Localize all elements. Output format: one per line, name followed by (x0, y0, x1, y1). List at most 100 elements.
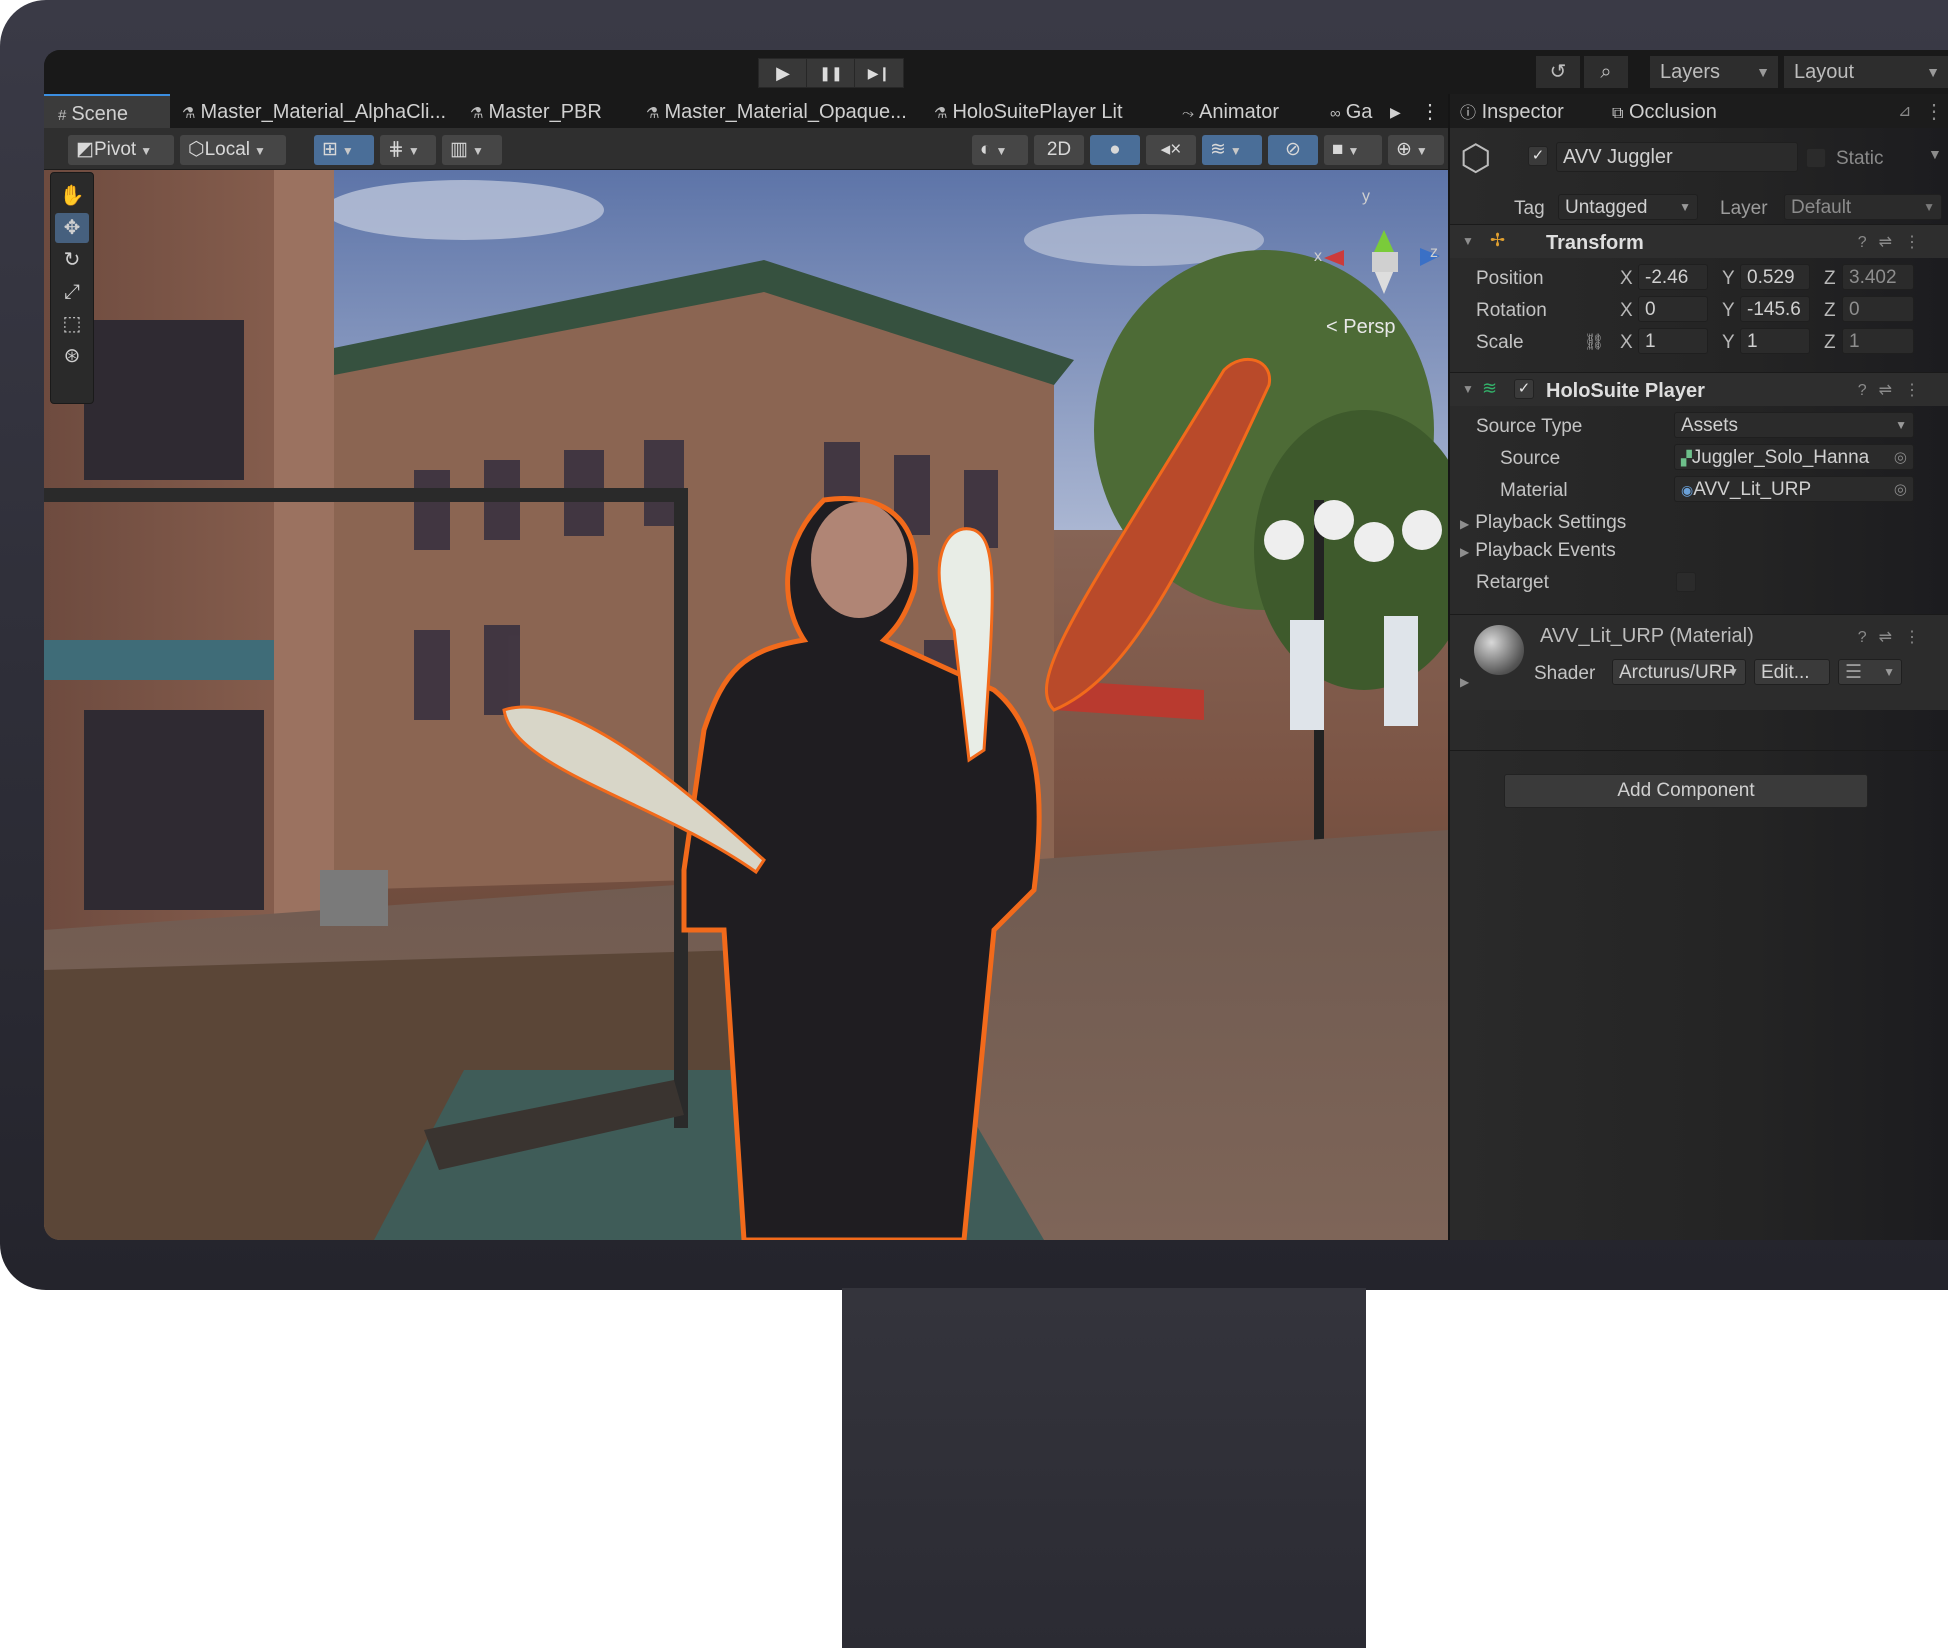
scale-label: Scale (1476, 332, 1524, 353)
axis-x-label: X (1620, 268, 1633, 289)
history-icon[interactable]: ↺ (1536, 56, 1580, 88)
transform-header[interactable]: ▼ ✢ Transform ?⇌⋮ (1450, 224, 1948, 258)
rotation-x-field[interactable]: 0 (1638, 296, 1708, 322)
tag-dropdown[interactable]: Untagged ▼ (1558, 194, 1698, 220)
hand-tool-icon[interactable]: ✋ (55, 181, 89, 211)
source-type-dropdown[interactable]: Assets ▼ (1674, 412, 1914, 438)
scale-y-field[interactable]: 1 (1740, 328, 1810, 354)
tool-palette: ✋ ✥ ↻ ⤢ ⬚ ⊛ (50, 172, 94, 404)
source-object-field[interactable]: ▞Juggler_Solo_Hanna ◎ (1674, 444, 1914, 470)
more-options-icon[interactable]: ⋮ (1420, 94, 1440, 128)
effects-dropdown[interactable]: ≋ ▼ (1202, 135, 1262, 165)
chevron-down-icon: ▼ (1229, 144, 1242, 158)
material-icon: ◉ (1681, 482, 1694, 498)
constrain-proportions-icon[interactable]: ⛓ (1584, 332, 1604, 352)
position-y-field[interactable]: 0.529 (1740, 264, 1810, 290)
search-icon[interactable]: ⌕ (1584, 56, 1628, 88)
source-type-label: Source Type (1476, 416, 1583, 437)
holosuite-icon: ≋ (1482, 378, 1498, 398)
active-checkbox[interactable]: ✓ (1528, 146, 1548, 166)
2d-toggle[interactable]: 2D (1034, 135, 1084, 165)
tab-occlusion[interactable]: ⧉ Occlusion (1612, 94, 1717, 128)
move-tool-icon[interactable]: ✥ (55, 213, 89, 243)
axis-z-label: Z (1824, 268, 1836, 289)
chevron-down-icon: ▼ (1895, 418, 1907, 432)
tab-animator[interactable]: ⤳ Animator (1182, 94, 1279, 128)
chevron-down-icon: ▼ (1415, 144, 1428, 158)
transform-icon: ✢ (1490, 230, 1506, 250)
lighting-toggle[interactable]: ● (1090, 135, 1140, 165)
globe-icon: ⊕ (1396, 139, 1412, 160)
scene-viewport[interactable]: ✋ ✥ ↻ ⤢ ⬚ ⊛ y x z < Persp (44, 170, 1448, 1240)
camera-icon: ■ (1332, 139, 1344, 160)
info-icon: ⓘ (1460, 105, 1477, 122)
tab-master-pbr[interactable]: ⚗ Master_PBR (470, 94, 602, 128)
shader-dropdown[interactable]: Arcturus/URP ▼ (1612, 659, 1746, 685)
edit-shader-button[interactable]: Edit... (1754, 659, 1830, 685)
scene-tab-bar: # Scene ⚗ Master_Material_AlphaCli... ⚗ Mas… (44, 94, 1448, 128)
material-object-field[interactable]: ◉AVV_Lit_URP ◎ (1674, 476, 1914, 502)
layers-label: Layers (1660, 61, 1721, 83)
tab-scene[interactable]: # Scene (44, 94, 170, 128)
layout-dropdown[interactable]: Layout ▼ (1784, 56, 1948, 88)
step-button[interactable]: ▶❙ (854, 58, 904, 88)
object-picker-icon[interactable]: ◎ (1894, 477, 1907, 501)
rotate-tool-icon[interactable]: ↻ (55, 245, 89, 275)
play-button[interactable]: ▶ (758, 58, 808, 88)
layer-dropdown[interactable]: Default ▼ (1784, 194, 1942, 220)
audio-toggle[interactable]: ◂× (1146, 135, 1196, 165)
rect-tool-icon[interactable]: ⬚ (55, 309, 89, 339)
top-toolbar: ▶ ❚❚ ▶❙ ↺ ⌕ Layers ▼ Layout ▼ (44, 50, 1948, 94)
scale-x-field[interactable]: 1 (1638, 328, 1708, 354)
scene-visibility-toggle[interactable]: ⊘ (1268, 135, 1318, 165)
snap-icon: ⋕ (388, 139, 404, 160)
scale-tool-icon[interactable]: ⤢ (55, 277, 89, 307)
camera-dropdown[interactable]: ■ ▼ (1324, 135, 1382, 165)
foldout-closed-icon[interactable]: ▶ (1460, 675, 1469, 689)
pivot-dropdown[interactable]: ◩Pivot ▼ (68, 135, 174, 165)
holosuite-player-header[interactable]: ▼ ≋ ✓ HoloSuite Player ?⇌⋮ (1450, 372, 1948, 406)
perspective-toggle[interactable]: < Persp (1326, 316, 1395, 339)
tab-master-material-opaque[interactable]: ⚗ Master_Material_Opaque... (646, 94, 907, 128)
tab-game[interactable]: ∞ Ga (1330, 94, 1372, 128)
pause-button[interactable]: ❚❚ (806, 58, 856, 88)
tab-scroll-right-icon[interactable]: ▶ (1390, 94, 1401, 128)
pivot-icon: ◩ (76, 139, 94, 160)
position-x-field[interactable]: -2.46 (1638, 264, 1708, 290)
lock-icon[interactable]: ⊿ (1898, 94, 1911, 128)
gizmos-dropdown[interactable]: ⊕ ▼ (1388, 135, 1444, 165)
layer-label: Layer (1720, 198, 1768, 219)
chevron-down-icon[interactable]: ▼ (1928, 146, 1942, 162)
source-label: Source (1500, 448, 1561, 469)
layers-dropdown[interactable]: Layers ▼ (1650, 56, 1778, 88)
tab-inspector[interactable]: ⓘ Inspector (1460, 94, 1564, 128)
material-preview-sphere (1474, 625, 1524, 675)
local-dropdown[interactable]: ⬡Local ▼ (180, 135, 286, 165)
grid-snap-toggle[interactable]: ⊞ ▼ (314, 135, 374, 165)
rotation-y-field[interactable]: -145.6 (1740, 296, 1810, 322)
ruler-dropdown[interactable]: ▥ ▼ (442, 135, 502, 165)
rotation-z-field[interactable]: 0 (1842, 296, 1914, 322)
component-menu-icons[interactable]: ?⇌⋮ (1858, 232, 1932, 252)
shading-mode-dropdown[interactable]: ◐ ▼ (972, 135, 1028, 165)
playback-settings-foldout[interactable]: ▶ Playback Settings (1460, 512, 1626, 534)
component-menu-icons[interactable]: ?⇌⋮ (1858, 627, 1932, 647)
static-checkbox[interactable] (1806, 148, 1826, 168)
position-z-field[interactable]: 3.402 (1842, 264, 1914, 290)
scale-z-field[interactable]: 1 (1842, 328, 1914, 354)
holosuite-enabled-checkbox[interactable]: ✓ (1514, 379, 1534, 399)
more-options-icon[interactable]: ⋮ (1924, 94, 1944, 128)
object-name-field[interactable]: AVV Juggler (1556, 142, 1798, 172)
playback-events-foldout[interactable]: ▶ Playback Events (1460, 540, 1616, 562)
snap-increment-dropdown[interactable]: ⋕ ▼ (380, 135, 436, 165)
material-options-dropdown[interactable]: ☰ ▼ (1838, 659, 1902, 685)
mute-icon: ◂× (1160, 139, 1182, 160)
object-picker-icon[interactable]: ◎ (1894, 445, 1907, 469)
component-menu-icons[interactable]: ?⇌⋮ (1858, 380, 1932, 400)
monitor-stand (842, 1288, 1366, 1648)
transform-tool-icon[interactable]: ⊛ (55, 341, 89, 371)
retarget-checkbox[interactable] (1676, 572, 1696, 592)
add-component-button[interactable]: Add Component (1504, 774, 1868, 808)
tab-holosuiteplayer-lit[interactable]: ⚗ HoloSuitePlayer Lit (934, 94, 1123, 128)
tab-master-material-alphaclip[interactable]: ⚗ Master_Material_AlphaCli... (182, 94, 446, 128)
